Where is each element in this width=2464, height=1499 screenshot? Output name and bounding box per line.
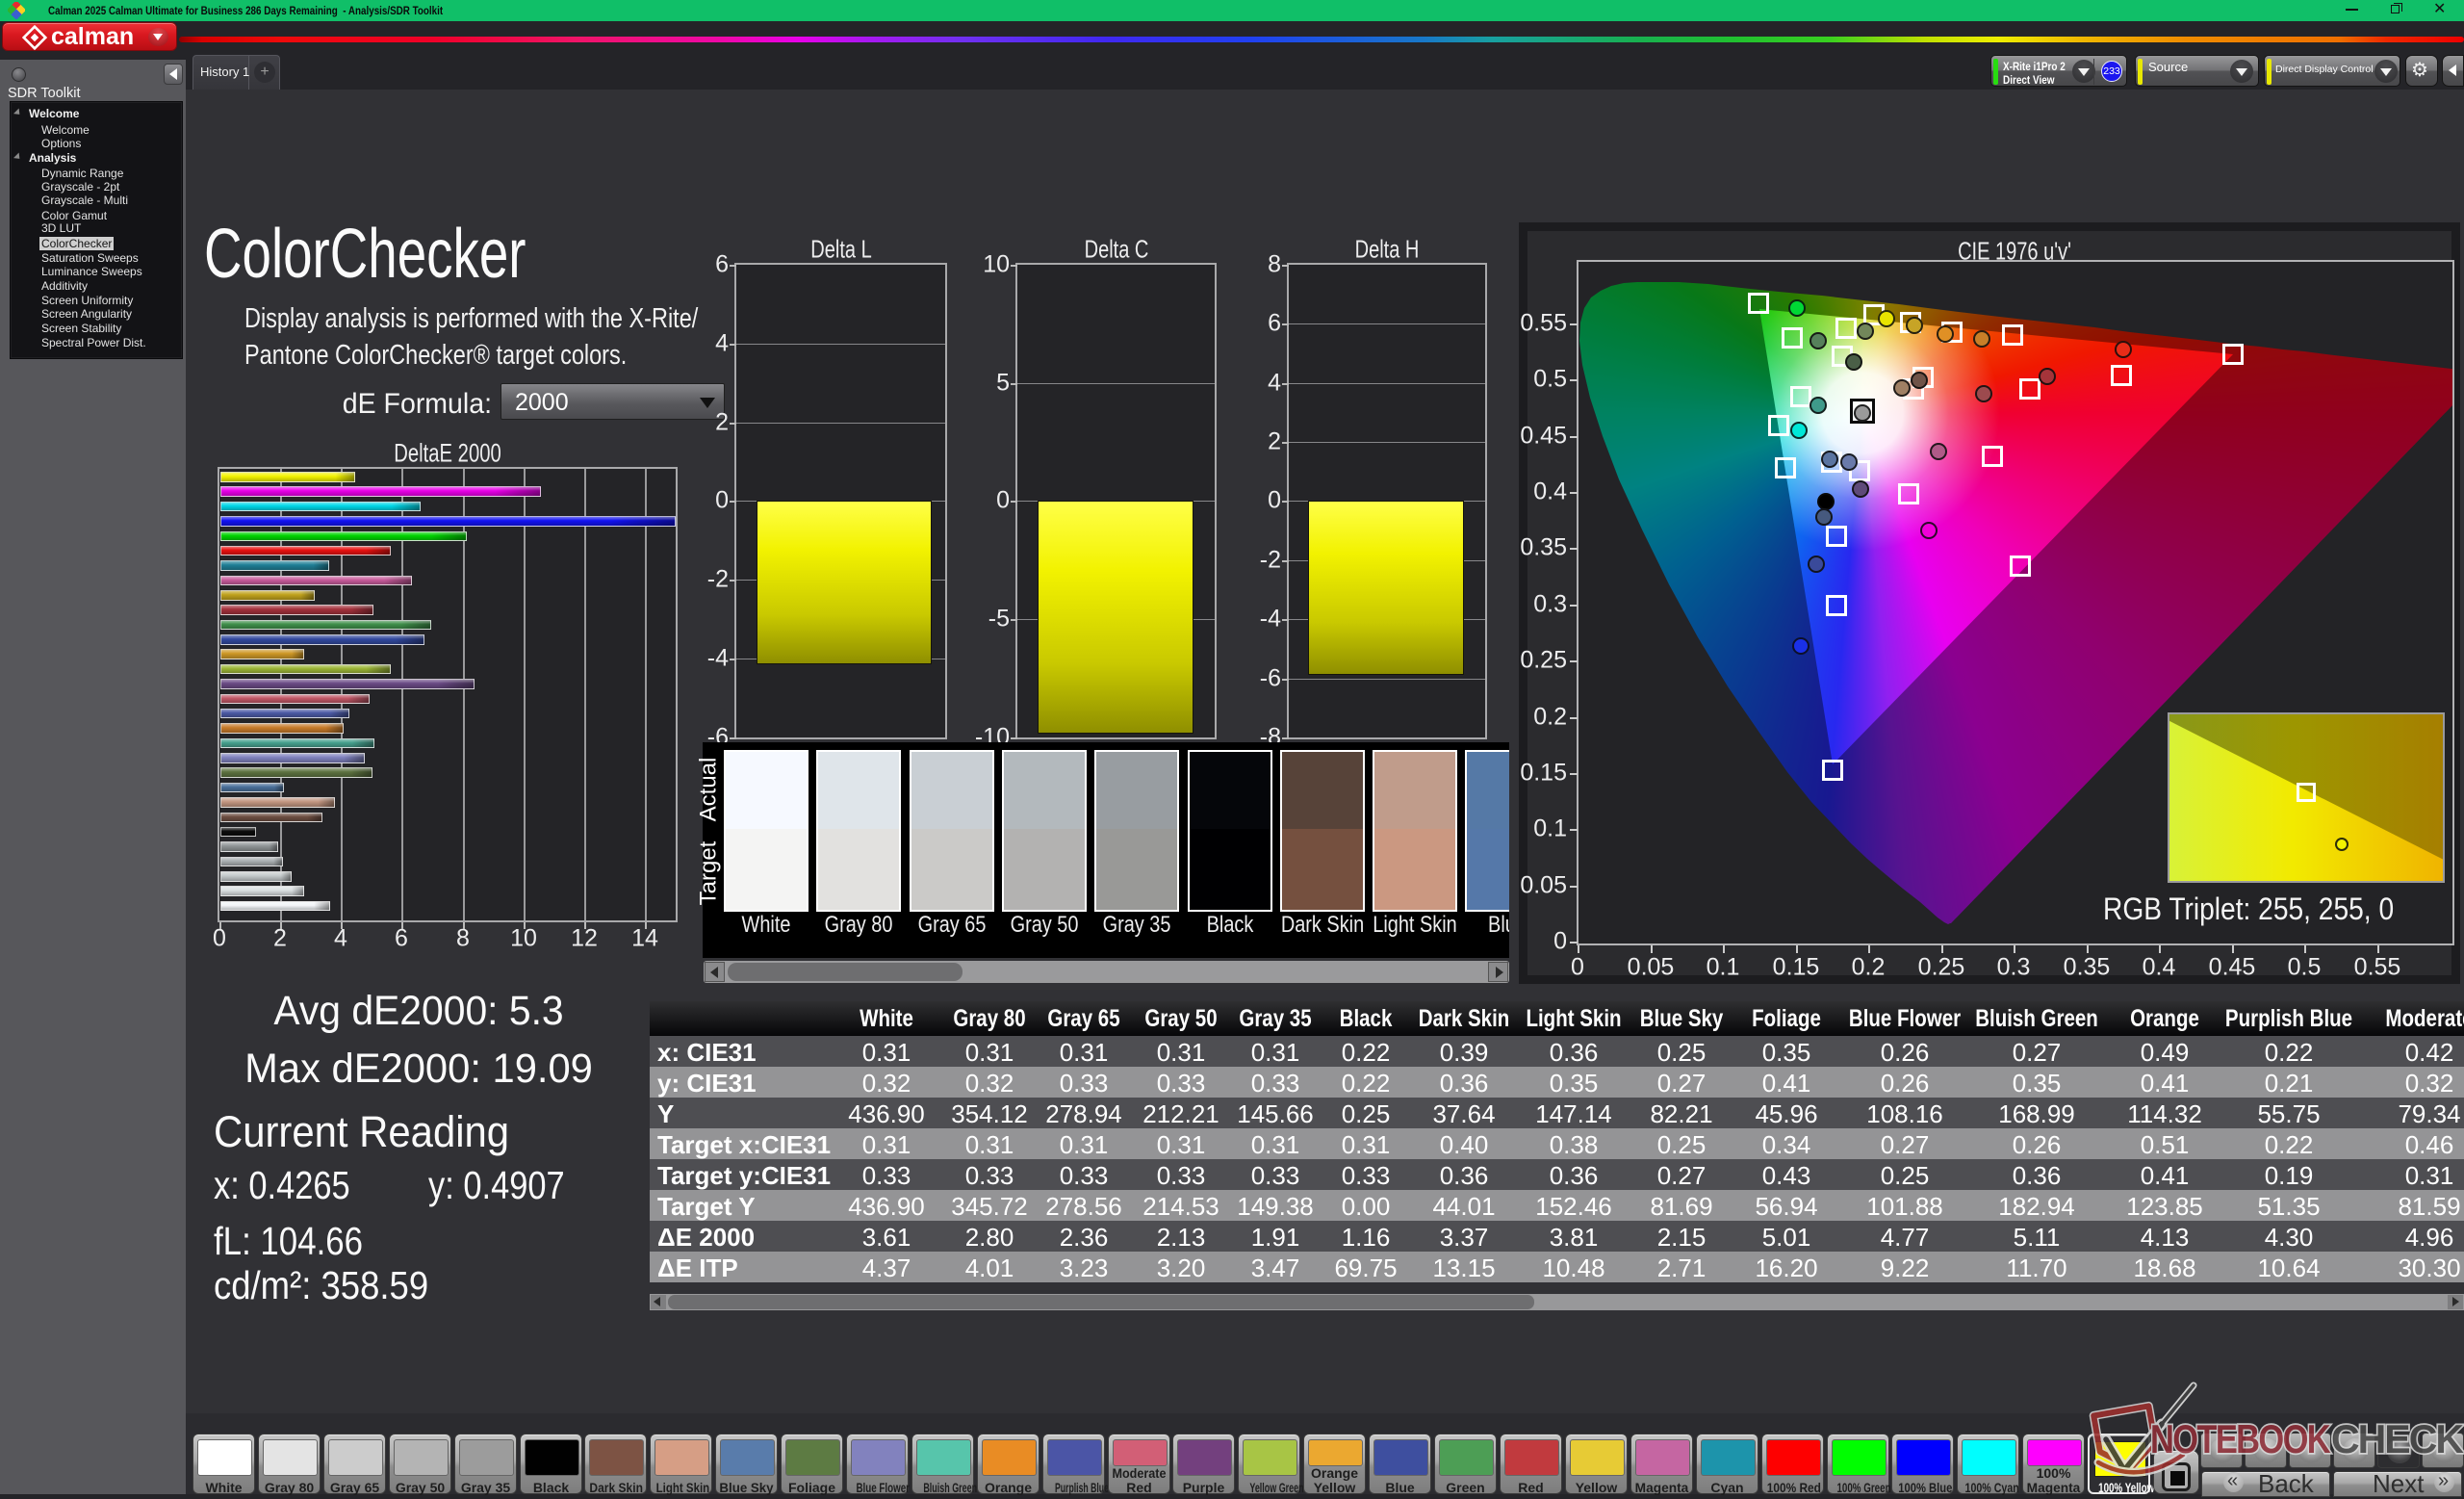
svg-text:NOTEBOOK: NOTEBOOK xyxy=(2150,1416,2330,1461)
svg-text:CHECK: CHECK xyxy=(2331,1416,2464,1461)
